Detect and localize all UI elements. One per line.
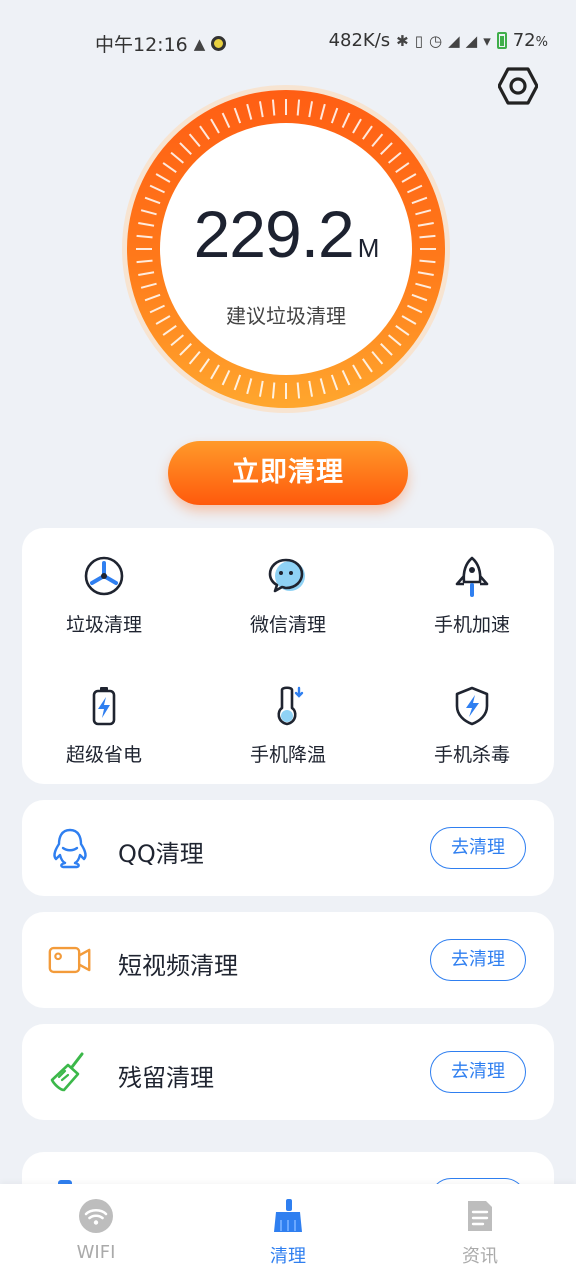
nav-label: 资讯	[462, 1246, 498, 1267]
signal-hd-icon: ◢	[448, 31, 460, 50]
tool-junk-clean[interactable]: 垃圾清理	[24, 554, 184, 654]
gauge-tick	[419, 259, 436, 264]
gauge-tick	[136, 259, 153, 264]
broom-icon	[50, 1052, 84, 1092]
list-item-title: QQ清理	[118, 840, 204, 868]
android-icon: ▲	[193, 34, 206, 53]
gauge-tick	[136, 234, 153, 239]
tool-label: 微信清理	[249, 614, 326, 636]
battery-icon	[496, 32, 507, 49]
settings-hexagon-icon	[497, 67, 539, 105]
fan-icon	[84, 556, 124, 596]
settings-button[interactable]	[497, 66, 539, 106]
bottom-nav: WIFI 清理 资讯	[0, 1184, 576, 1280]
storage-gauge	[122, 85, 450, 413]
gauge-tick	[271, 382, 276, 399]
clean-now-button[interactable]: 立即清理	[168, 441, 408, 505]
tool-phone-boost[interactable]: 手机加速	[392, 554, 552, 654]
qq-penguin-icon	[53, 828, 87, 869]
tools-card: 垃圾清理 微信清理 手机加速 超级省电 手机降温 手机杀毒	[22, 528, 554, 784]
list-item-short-video-clean[interactable]: 短视频清理 去清理	[22, 912, 554, 1008]
vibrate-icon: ▯	[414, 31, 424, 50]
alarm-icon: ◷	[429, 31, 443, 50]
thermometer-icon	[277, 686, 304, 726]
gauge-tick	[419, 234, 436, 239]
status-time: 中午12:16	[95, 34, 188, 56]
notification-dot-icon	[211, 36, 227, 51]
tool-label: 超级省电	[65, 744, 142, 766]
tool-power-save[interactable]: 超级省电	[24, 684, 184, 784]
tool-antivirus[interactable]: 手机杀毒	[392, 684, 552, 784]
list-item-title: 短视频清理	[118, 952, 238, 980]
go-clean-button[interactable]: 去清理	[430, 939, 526, 981]
nav-tab-news[interactable]: 资讯	[410, 1198, 550, 1268]
list-item-residual-clean[interactable]: 残留清理 去清理	[22, 1024, 554, 1120]
status-net-speed: 482K/s	[328, 30, 391, 51]
gauge-tick	[296, 99, 301, 116]
bluetooth-icon: ✱	[396, 31, 409, 50]
nav-label: WIFI	[76, 1242, 116, 1263]
rocket-icon	[455, 556, 489, 597]
gauge-tick	[296, 382, 301, 399]
status-left: 中午12:16 ▲	[95, 30, 227, 57]
wifi-status-icon: ▾	[483, 31, 491, 50]
list-item-qq-clean[interactable]: QQ清理 去清理	[22, 800, 554, 896]
tool-label: 手机降温	[249, 744, 326, 766]
tool-label: 手机加速	[433, 614, 510, 636]
battery-bolt-icon	[92, 687, 116, 726]
go-clean-button[interactable]: 去清理	[430, 1051, 526, 1093]
status-bar: 中午12:16 ▲ 482K/s ✱ ▯ ◷ ◢ ◢ ▾ 72%	[0, 0, 576, 80]
status-right: 482K/s ✱ ▯ ◷ ◢ ◢ ▾ 72%	[329, 30, 548, 51]
nav-tab-clean[interactable]: 清理	[218, 1198, 358, 1268]
tool-label: 垃圾清理	[65, 614, 142, 636]
list-item-title: 残留清理	[118, 1064, 214, 1092]
go-clean-button[interactable]: 去清理	[430, 827, 526, 869]
signal-hd-2-icon: ◢	[465, 31, 478, 50]
tool-wechat-clean[interactable]: 微信清理	[208, 554, 368, 654]
shield-bolt-icon	[455, 686, 489, 726]
document-icon	[468, 1201, 492, 1231]
gauge-tick	[271, 99, 276, 116]
nav-label: 清理	[270, 1246, 306, 1267]
battery-percent: 72%	[512, 30, 548, 51]
tool-label: 手机杀毒	[433, 744, 510, 766]
wechat-chat-icon	[268, 558, 305, 593]
tool-phone-cool[interactable]: 手机降温	[208, 684, 368, 784]
video-camera-icon	[48, 946, 91, 974]
broom-icon	[274, 1199, 302, 1232]
nav-tab-wifi[interactable]: WIFI	[26, 1198, 166, 1263]
wifi-icon	[79, 1199, 113, 1233]
